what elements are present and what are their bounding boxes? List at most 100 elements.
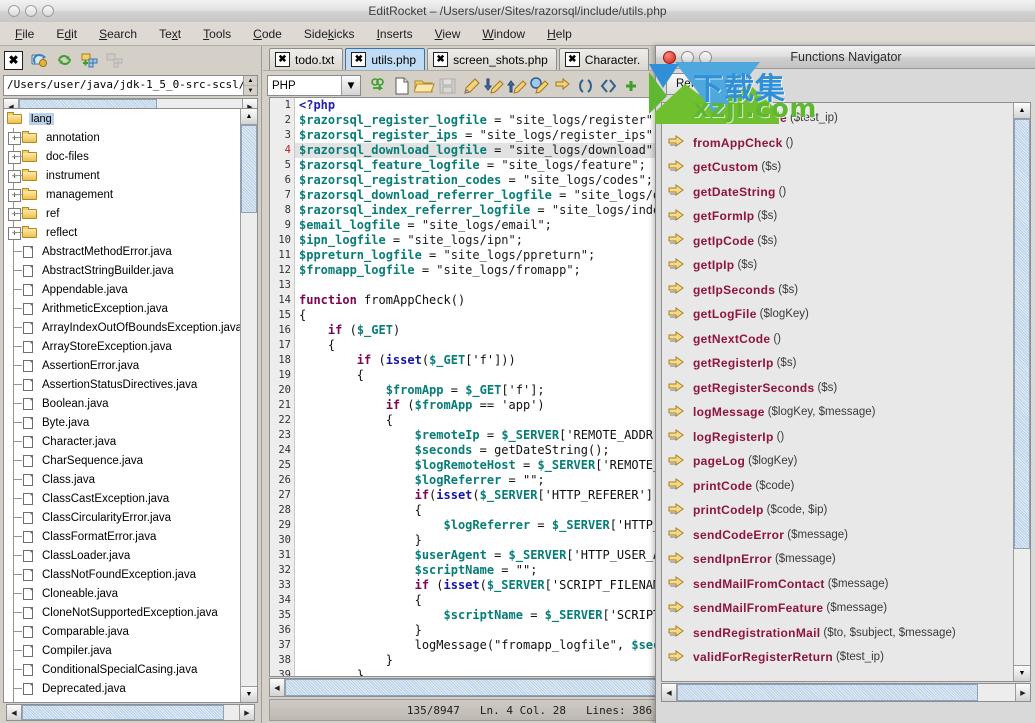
scroll-left-icon[interactable]: ◀ — [270, 679, 285, 696]
path-input[interactable]: /Users/user/java/jdk-1_5_0-src-scsl/j2se… — [4, 76, 243, 95]
tree-folder-row[interactable]: management — [4, 185, 241, 204]
tree-file-row[interactable]: AssertionError.java — [4, 356, 241, 375]
close-tab-icon[interactable]: ✖ — [275, 52, 290, 67]
function-list-item[interactable]: getIpIp($s) — [662, 253, 1013, 278]
function-list-item[interactable]: sendRegistrationMail($to, $subject, $mes… — [662, 621, 1013, 646]
tree-file-row[interactable]: ClassLoader.java — [4, 546, 241, 565]
tree-file-row[interactable]: Double.java — [4, 698, 241, 702]
scroll-track[interactable] — [677, 684, 1015, 701]
tree-file-row[interactable]: ClassCastException.java — [4, 489, 241, 508]
function-list-item[interactable]: sendMailFromFeature($message) — [662, 596, 1013, 621]
menu-item-tools[interactable]: Tools — [192, 24, 242, 44]
tree-file-row[interactable]: AbstractMethodError.java — [4, 242, 241, 261]
refresh-button[interactable]: Refresh — [666, 73, 726, 95]
refresh-code-icon[interactable] — [367, 75, 390, 96]
scroll-left-icon[interactable]: ◀ — [7, 705, 22, 720]
tree-folder-row[interactable]: ref — [4, 204, 241, 223]
path-field-row[interactable]: /Users/user/java/jdk-1_5_0-src-scsl/j2se… — [3, 75, 258, 96]
function-list-item[interactable]: getCustom($s) — [662, 155, 1013, 180]
vscroll-thumb[interactable] — [241, 125, 257, 213]
refresh-browser-icon[interactable] — [30, 51, 48, 69]
scroll-track[interactable] — [22, 705, 239, 720]
close-tab-icon[interactable]: ✖ — [565, 52, 580, 67]
editor-tab[interactable]: ✖utils.php — [345, 48, 425, 70]
expand-toggle-icon[interactable] — [6, 147, 22, 166]
menu-item-sidekicks[interactable]: Sidekicks — [293, 24, 366, 44]
tree-root-row[interactable]: lang — [4, 109, 241, 128]
functions-list-hscrollbar[interactable]: ◀ ▶ — [661, 683, 1031, 702]
tree-file-row[interactable]: Deprecated.java — [4, 679, 241, 698]
menu-item-help[interactable]: Help — [536, 24, 583, 44]
scroll-right-icon[interactable]: ▶ — [1015, 684, 1030, 701]
tree-folder-row[interactable]: instrument — [4, 166, 241, 185]
vscroll-track[interactable] — [241, 125, 257, 686]
tree-file-row[interactable]: ClassNotFoundException.java — [4, 565, 241, 584]
tree-file-row[interactable]: Boolean.java — [4, 394, 241, 413]
menu-item-search[interactable]: Search — [88, 24, 148, 44]
tree-file-row[interactable]: ConditionalSpecialCasing.java — [4, 660, 241, 679]
file-tree-hscrollbar[interactable]: ◀ ▶ — [6, 704, 255, 721]
add-folder-icon[interactable] — [80, 51, 98, 69]
function-list-item[interactable]: printCode($code) — [662, 474, 1013, 499]
tree-file-row[interactable]: CloneNotSupportedException.java — [4, 603, 241, 622]
sync-icon[interactable] — [55, 51, 73, 69]
expand-toggle-icon[interactable] — [6, 223, 22, 242]
parens-icon[interactable] — [574, 75, 597, 96]
insert-up-icon[interactable] — [505, 75, 528, 96]
menu-item-file[interactable]: File — [4, 24, 45, 44]
function-list-item[interactable]: sendIpnError($message) — [662, 547, 1013, 572]
tree-folder-row[interactable]: doc-files — [4, 147, 241, 166]
goto-icon[interactable] — [551, 75, 574, 96]
menu-item-text[interactable]: Text — [148, 24, 192, 44]
function-list-item[interactable]: getLogFile($logKey) — [662, 302, 1013, 327]
chevron-down-icon[interactable]: ▼ — [341, 76, 360, 95]
scroll-up-icon[interactable]: ▲ — [241, 109, 257, 125]
expand-toggle-icon[interactable] — [6, 128, 22, 147]
function-list-item[interactable]: fromAppCheck() — [662, 131, 1013, 156]
editor-tab[interactable]: ✖todo.txt — [269, 48, 343, 70]
tree-file-row[interactable]: AbstractStringBuilder.java — [4, 261, 241, 280]
scroll-thumb[interactable] — [22, 705, 224, 720]
tree-file-row[interactable]: Character.java — [4, 432, 241, 451]
scroll-thumb[interactable] — [677, 684, 978, 701]
tree-file-row[interactable]: Compiler.java — [4, 641, 241, 660]
vscroll-thumb[interactable] — [1014, 119, 1030, 549]
language-select[interactable]: PHP ▼ — [267, 75, 361, 96]
function-list-item[interactable]: printCodeIp($code, $ip) — [662, 498, 1013, 523]
scroll-down-icon[interactable]: ▼ — [241, 686, 257, 702]
functions-list-vscrollbar[interactable]: ▲ ▼ — [1013, 103, 1030, 681]
function-list-item[interactable]: logMessage($logKey, $message) — [662, 400, 1013, 425]
function-list-item[interactable]: getDateString() — [662, 180, 1013, 205]
tree-file-row[interactable]: Comparable.java — [4, 622, 241, 641]
editor-tab[interactable]: ✖screen_shots.php — [427, 48, 557, 70]
function-list-item[interactable]: sendCodeError($message) — [662, 523, 1013, 548]
function-list-item[interactable]: pageLog($logKey) — [662, 449, 1013, 474]
function-list-item[interactable]: getRegisterIp($s) — [662, 351, 1013, 376]
expand-toggle-icon[interactable] — [6, 166, 22, 185]
file-tree-vscrollbar[interactable]: ▲ ▼ — [240, 109, 257, 702]
menu-item-inserts[interactable]: Inserts — [366, 24, 424, 44]
function-list-item[interactable]: validForRegisterReturn($test_ip) — [662, 645, 1013, 670]
close-tab-icon[interactable]: ✖ — [351, 52, 366, 67]
scroll-left-icon[interactable]: ◀ — [662, 684, 677, 701]
function-list-item[interactable]: sendMailFromContact($message) — [662, 572, 1013, 597]
tree-folder-row[interactable]: annotation — [4, 128, 241, 147]
menu-item-code[interactable]: Code — [242, 24, 293, 44]
editor-tab[interactable]: ✖Character. — [559, 48, 649, 70]
file-tree[interactable]: langannotationdoc-filesinstrumentmanagem… — [3, 108, 258, 703]
menu-item-edit[interactable]: Edit — [45, 24, 88, 44]
expand-toggle-icon[interactable] — [6, 185, 22, 204]
expand-toggle-icon[interactable] — [6, 204, 22, 223]
tree-file-row[interactable]: ArrayIndexOutOfBoundsException.java — [4, 318, 241, 337]
open-folder-icon[interactable] — [413, 75, 436, 96]
function-list-item[interactable]: getNextCode() — [662, 327, 1013, 352]
functions-list[interactable]: checkNextCode($test_ip)fromAppCheck()get… — [661, 102, 1031, 682]
function-list-item[interactable]: getRegisterSeconds($s) — [662, 376, 1013, 401]
path-spinner[interactable]: ▲▼ — [243, 76, 257, 95]
new-file-icon[interactable] — [390, 75, 413, 96]
menu-item-view[interactable]: View — [424, 24, 472, 44]
search-code-icon[interactable] — [528, 75, 551, 96]
function-list-item[interactable]: logRegisterIp() — [662, 425, 1013, 450]
tree-folder-row[interactable]: reflect — [4, 223, 241, 242]
tree-file-row[interactable]: Byte.java — [4, 413, 241, 432]
